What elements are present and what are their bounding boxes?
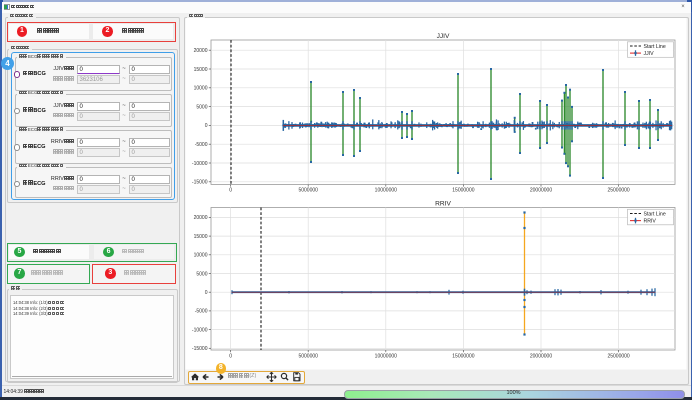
svg-text:15000000: 15000000 (452, 188, 474, 194)
svg-text:10000000: 10000000 (375, 188, 397, 194)
svg-text:25000000: 25000000 (607, 353, 629, 359)
svg-text:20000: 20000 (194, 48, 208, 54)
svg-text:10000000: 10000000 (375, 353, 397, 359)
svg-text:-15000: -15000 (192, 180, 208, 186)
svg-text:5000000: 5000000 (298, 353, 318, 359)
svg-text:20000000: 20000000 (530, 188, 552, 194)
svg-text:10000: 10000 (194, 253, 208, 259)
svg-text:RRIV: RRIV (435, 200, 451, 207)
svg-text:0: 0 (229, 188, 232, 194)
svg-text:Start Line: Start Line (644, 211, 666, 217)
svg-text:15000000: 15000000 (452, 353, 474, 359)
svg-text:20000: 20000 (194, 215, 208, 221)
svg-text:-10000: -10000 (192, 161, 208, 167)
svg-text:25000000: 25000000 (607, 188, 629, 194)
svg-text:-5000: -5000 (195, 309, 208, 315)
svg-text:JJIV: JJIV (644, 51, 655, 57)
svg-text:-15000: -15000 (192, 346, 208, 352)
svg-text:5000: 5000 (196, 104, 207, 110)
svg-text:JJIV: JJIV (437, 33, 450, 40)
svg-text:0: 0 (229, 353, 232, 359)
svg-text:RRIV: RRIV (644, 219, 657, 225)
svg-text:-10000: -10000 (192, 327, 208, 333)
svg-text:-5000: -5000 (195, 142, 208, 148)
svg-text:10000: 10000 (194, 86, 208, 92)
svg-text:Start Line: Start Line (644, 44, 666, 50)
svg-text:0: 0 (205, 290, 208, 296)
svg-text:5000000: 5000000 (298, 188, 318, 194)
svg-text:15000: 15000 (194, 234, 208, 240)
svg-text:5000: 5000 (196, 271, 207, 277)
svg-text:0: 0 (205, 123, 208, 129)
svg-text:20000000: 20000000 (530, 353, 552, 359)
svg-text:15000: 15000 (194, 67, 208, 73)
